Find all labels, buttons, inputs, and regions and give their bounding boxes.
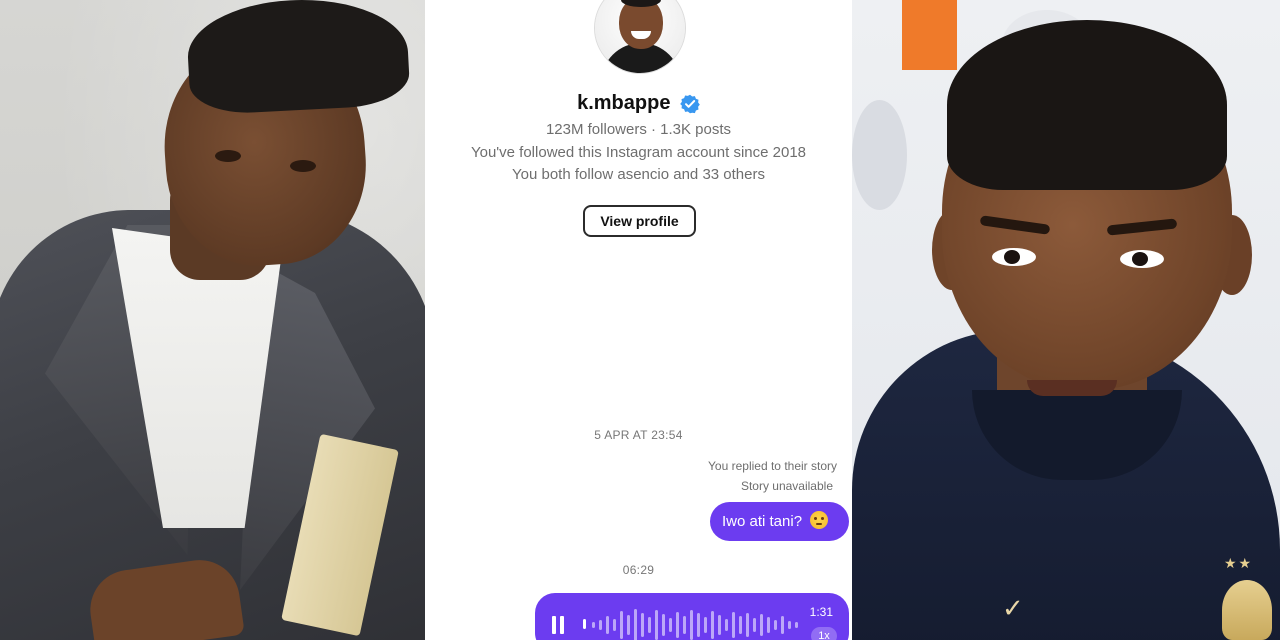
voice-duration: 1:31	[809, 605, 833, 619]
hair	[185, 0, 411, 116]
eye-left	[992, 248, 1036, 266]
swoosh-logo-icon: ✓	[1002, 594, 1024, 624]
background-logo	[852, 100, 907, 210]
story-reply-note: You replied to their story	[708, 459, 837, 473]
message-timestamp-2: 06:29	[622, 563, 655, 577]
background-orange-sign	[902, 0, 957, 70]
mutual-followers-text[interactable]: You both follow asencio and 33 others	[425, 166, 852, 183]
voice-message-bubble[interactable]: 1:31 1x	[535, 593, 849, 640]
hair	[947, 20, 1227, 190]
right-photo: ✓ ★★	[852, 0, 1280, 640]
view-profile-button[interactable]: View profile	[583, 205, 696, 237]
eye-left	[215, 150, 241, 162]
mouth	[1027, 380, 1117, 396]
message-text: Iwo ati tani?	[722, 513, 803, 530]
profile-avatar[interactable]	[594, 0, 686, 74]
eye-right	[290, 160, 316, 172]
flushed-face-emoji-icon	[810, 511, 829, 529]
verified-badge-icon	[680, 94, 700, 114]
instagram-dm-thread: k.mbappe 123M followers · 1.3K posts You…	[425, 0, 852, 640]
pause-icon[interactable]	[552, 616, 564, 634]
audio-waveform[interactable]	[579, 601, 804, 640]
playback-speed-button[interactable]: 1x	[811, 627, 837, 640]
story-unavailable-label: Story unavailable	[740, 479, 833, 493]
stars-icon: ★★	[1224, 556, 1254, 572]
left-photo	[0, 0, 425, 640]
profile-stats: 123M followers · 1.3K posts	[545, 121, 732, 138]
rooster-crest-icon	[1222, 580, 1272, 640]
sent-message-bubble[interactable]: Iwo ati tani?	[710, 502, 849, 541]
profile-username: k.mbappe	[577, 92, 671, 114]
message-timestamp: 5 APR AT 23:54	[594, 428, 683, 442]
username-row: k.mbappe	[425, 92, 852, 118]
followed-since-text: You've followed this Instagram account s…	[470, 144, 807, 161]
eye-right	[1120, 250, 1164, 268]
